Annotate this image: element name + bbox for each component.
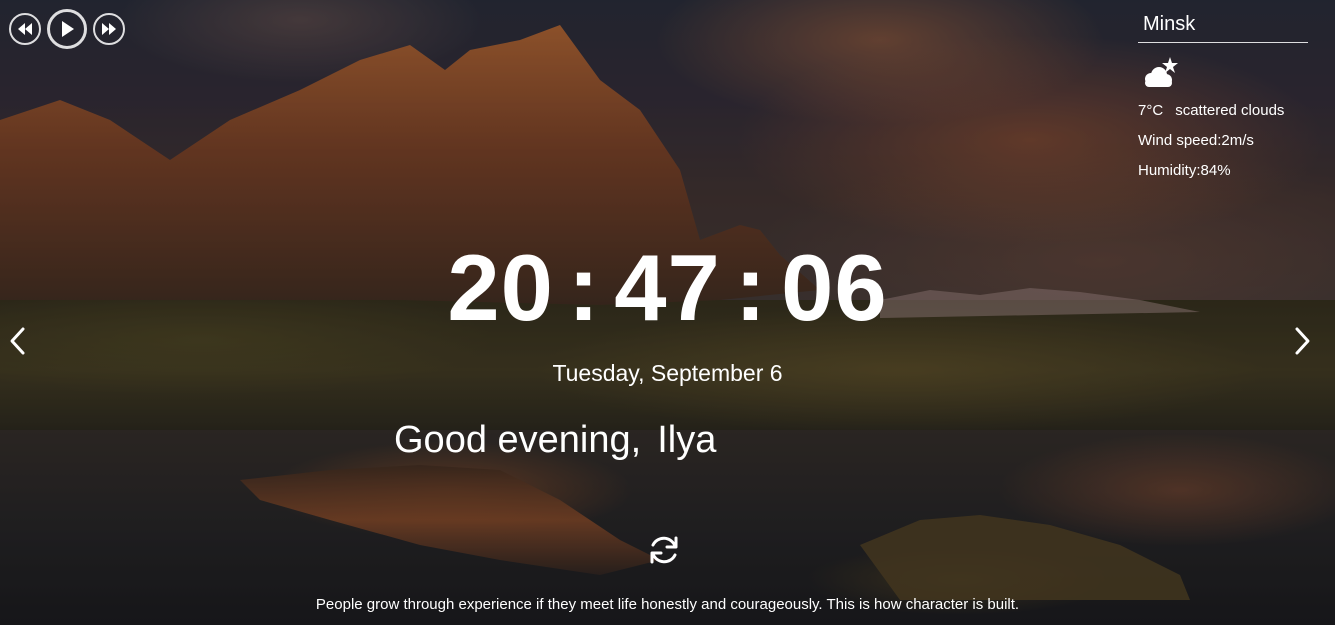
weather-widget: Minsk 7°C scattered clouds Wind speed:2m/… [1138, 12, 1308, 186]
date: Tuesday, September 6 [552, 360, 783, 386]
play-icon [62, 21, 74, 37]
clock: 20:47:06 [0, 238, 1335, 338]
wind-speed: Wind speed:2m/s [1138, 132, 1254, 149]
name-input[interactable]: Ilya [657, 419, 716, 461]
refresh-icon[interactable] [646, 532, 682, 568]
clock-seconds: 06 [781, 235, 888, 340]
clock-separator: : [567, 235, 601, 340]
rewind-icon [18, 23, 32, 35]
greeting: Good evening, Ilya [394, 418, 716, 462]
play-button[interactable] [47, 9, 87, 49]
quote-text: People grow through experience if they m… [315, 596, 1020, 613]
clock-separator: : [734, 235, 768, 340]
temperature-row: 7°C scattered clouds [1138, 96, 1308, 126]
chevron-right-icon[interactable] [1290, 324, 1314, 358]
scattered-clouds-night-icon [1145, 57, 1178, 87]
temperature: 7°C [1138, 102, 1164, 119]
audio-player [9, 9, 125, 49]
clock-minutes: 47 [614, 235, 721, 340]
clock-hours: 20 [447, 235, 554, 340]
humidity: Humidity:84% [1138, 162, 1231, 179]
greeting-text: Good evening, [394, 419, 642, 461]
previous-track-button[interactable] [9, 13, 41, 45]
chevron-left-icon[interactable] [6, 324, 30, 358]
city-input[interactable]: Minsk [1138, 12, 1308, 43]
next-track-button[interactable] [93, 13, 125, 45]
fast-forward-icon [102, 23, 116, 35]
weather-description: scattered clouds [1175, 102, 1285, 119]
